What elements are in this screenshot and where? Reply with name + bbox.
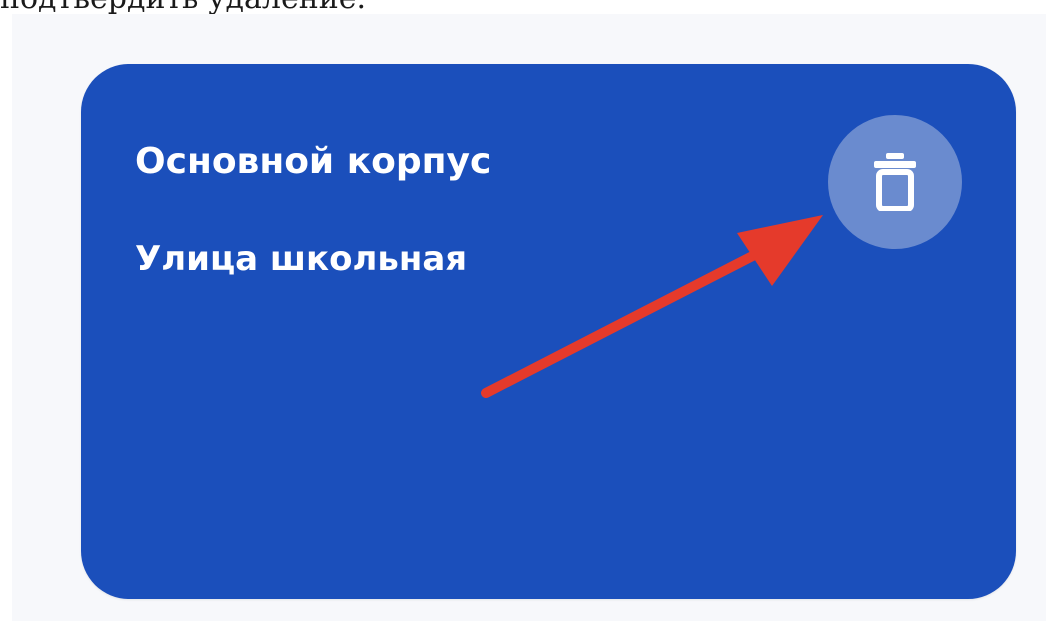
trash-icon (874, 153, 916, 211)
building-address: Улица школьная (135, 239, 468, 279)
document-text-line: подтвердить удаление. (0, 0, 366, 14)
building-card[interactable]: Основной корпус Улица школьная (81, 64, 1016, 599)
building-title: Основной корпус (135, 141, 492, 182)
delete-button[interactable] (828, 115, 962, 249)
content-panel: Основной корпус Улица школьная (12, 14, 1046, 621)
screenshot: подтвердить удаление. Основной корпус Ул… (0, 0, 1046, 621)
